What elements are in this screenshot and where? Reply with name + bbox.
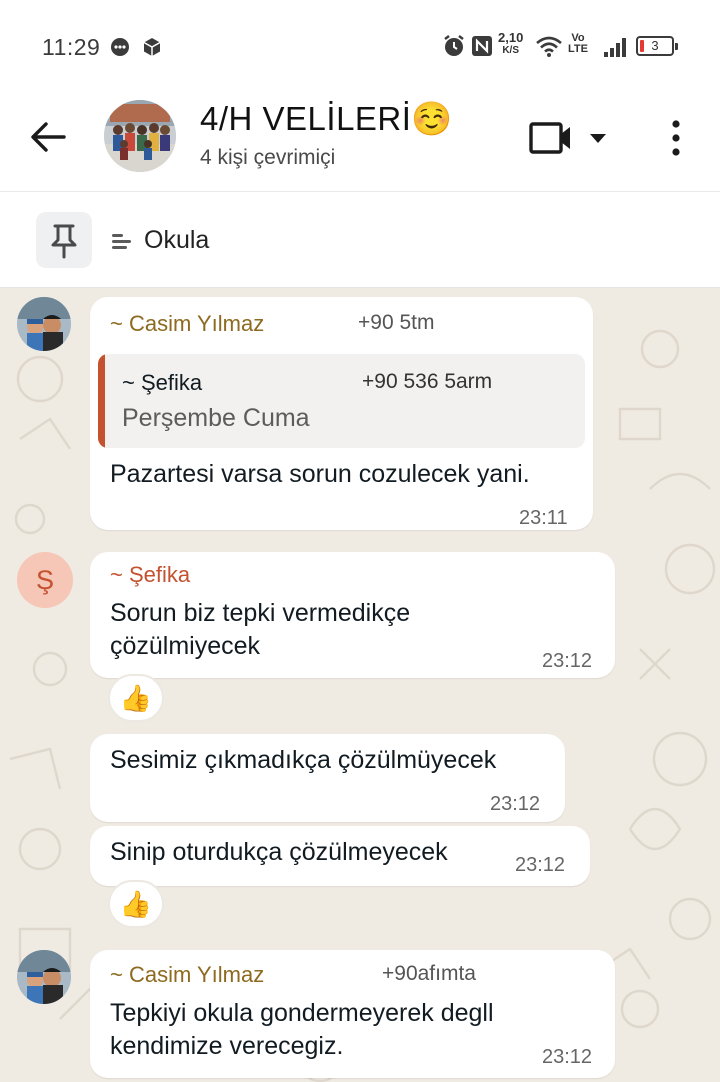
status-time: 11:29: [42, 34, 101, 60]
pin-icon: [51, 224, 77, 259]
alarm-icon: [444, 35, 464, 56]
network-speed-unit: K/S: [502, 45, 519, 56]
reaction-badge[interactable]: 👍: [108, 674, 164, 722]
sender-phone: +90 5tm: [358, 311, 435, 334]
volte-indicator: Vo LTE: [568, 33, 588, 55]
message-time: 23:12: [542, 1046, 593, 1068]
signal-icon: [604, 38, 626, 57]
sender-name[interactable]: ~ Şefika: [110, 562, 190, 588]
more-vert-icon[interactable]: [664, 118, 688, 158]
group-avatar[interactable]: [104, 100, 176, 172]
quoted-sender: ~ Şefika: [122, 370, 203, 395]
message-text: Tepkiyi okula gondermeyerek degll kendim…: [110, 999, 494, 1060]
message-text: Sesimiz çıkmadıkça çözülmüyecek: [110, 746, 497, 774]
message-bubble[interactable]: ~ Casim Yılmaz +90afımta Tepkiyi okula g…: [90, 950, 615, 1078]
network-speed: 2,10 K/S: [498, 30, 524, 57]
quoted-phone: +90 536 5arm: [362, 370, 493, 393]
battery-level: 3: [651, 38, 659, 53]
pinned-message-bar[interactable]: Okula: [0, 192, 720, 288]
online-count: 4 kişi çevrimiçi: [200, 146, 336, 169]
text-lines-icon: [112, 234, 131, 249]
volte-bottom: LTE: [568, 43, 588, 55]
message-text: Sorun biz tepki vermedikçe çözülmiyecek: [110, 599, 411, 660]
sender-name[interactable]: ~ Casim Yılmaz: [110, 962, 264, 988]
message-text: Sinip oturdukça çözülmeyecek: [110, 838, 448, 866]
network-speed-value: 2,10: [498, 30, 524, 45]
thumbs-up-icon: 👍: [119, 889, 153, 919]
chat-header: 4/H VELİLERİ☺️ 4 kişi çevrimiçi: [0, 92, 720, 192]
pinned-text: Okula: [144, 226, 210, 254]
sender-phone: +90afımta: [382, 962, 476, 985]
thumbs-up-icon: 👍: [119, 683, 153, 713]
chevron-down-icon: [590, 134, 606, 143]
message-time: 23:12: [490, 793, 541, 815]
video-call-button[interactable]: [528, 118, 612, 158]
back-arrow-icon[interactable]: [28, 116, 70, 158]
sender-avatar[interactable]: Ş: [17, 552, 73, 608]
sender-avatar[interactable]: [17, 950, 71, 1004]
message-icon: [111, 38, 129, 56]
wifi-icon: [536, 36, 562, 57]
nfc-icon: [472, 36, 492, 56]
quoted-message[interactable]: ~ Şefika +90 536 5arm Perşembe Cuma: [98, 354, 585, 448]
chat-area[interactable]: ~ Casim Yılmaz +90 5tm ~ Şefika +90 536 …: [0, 289, 720, 1082]
message-bubble[interactable]: Sesimiz çıkmadıkça çözülmüyecek 23:12: [90, 734, 565, 822]
message-time: 23:12: [515, 854, 566, 876]
sender-avatar[interactable]: [17, 297, 71, 351]
cube-icon: [143, 38, 161, 56]
quote-accent-bar: [98, 354, 105, 448]
video-call-icon: [529, 122, 570, 154]
battery-icon: 3: [636, 36, 678, 56]
message-bubble[interactable]: ~ Casim Yılmaz +90 5tm ~ Şefika +90 536 …: [90, 297, 593, 530]
message-time: 23:12: [542, 650, 593, 672]
message-text: Pazartesi varsa sorun cozulecek yani.: [110, 460, 530, 488]
reaction-badge[interactable]: 👍: [108, 880, 164, 928]
message-bubble[interactable]: ~ Şefika Sorun biz tepki vermedikçe çözü…: [90, 552, 615, 678]
quoted-text: Perşembe Cuma: [122, 404, 310, 432]
pin-button[interactable]: [36, 212, 92, 268]
sender-name[interactable]: ~ Casim Yılmaz: [110, 311, 264, 337]
group-title[interactable]: 4/H VELİLERİ☺️: [200, 100, 453, 139]
message-time: 23:11: [519, 507, 568, 529]
message-bubble[interactable]: Sinip oturdukça çözülmeyecek 23:12: [90, 826, 590, 886]
status-bar: 11:29 2,10 K/S Vo LTE 3: [0, 0, 720, 92]
group-photo: [104, 100, 176, 172]
